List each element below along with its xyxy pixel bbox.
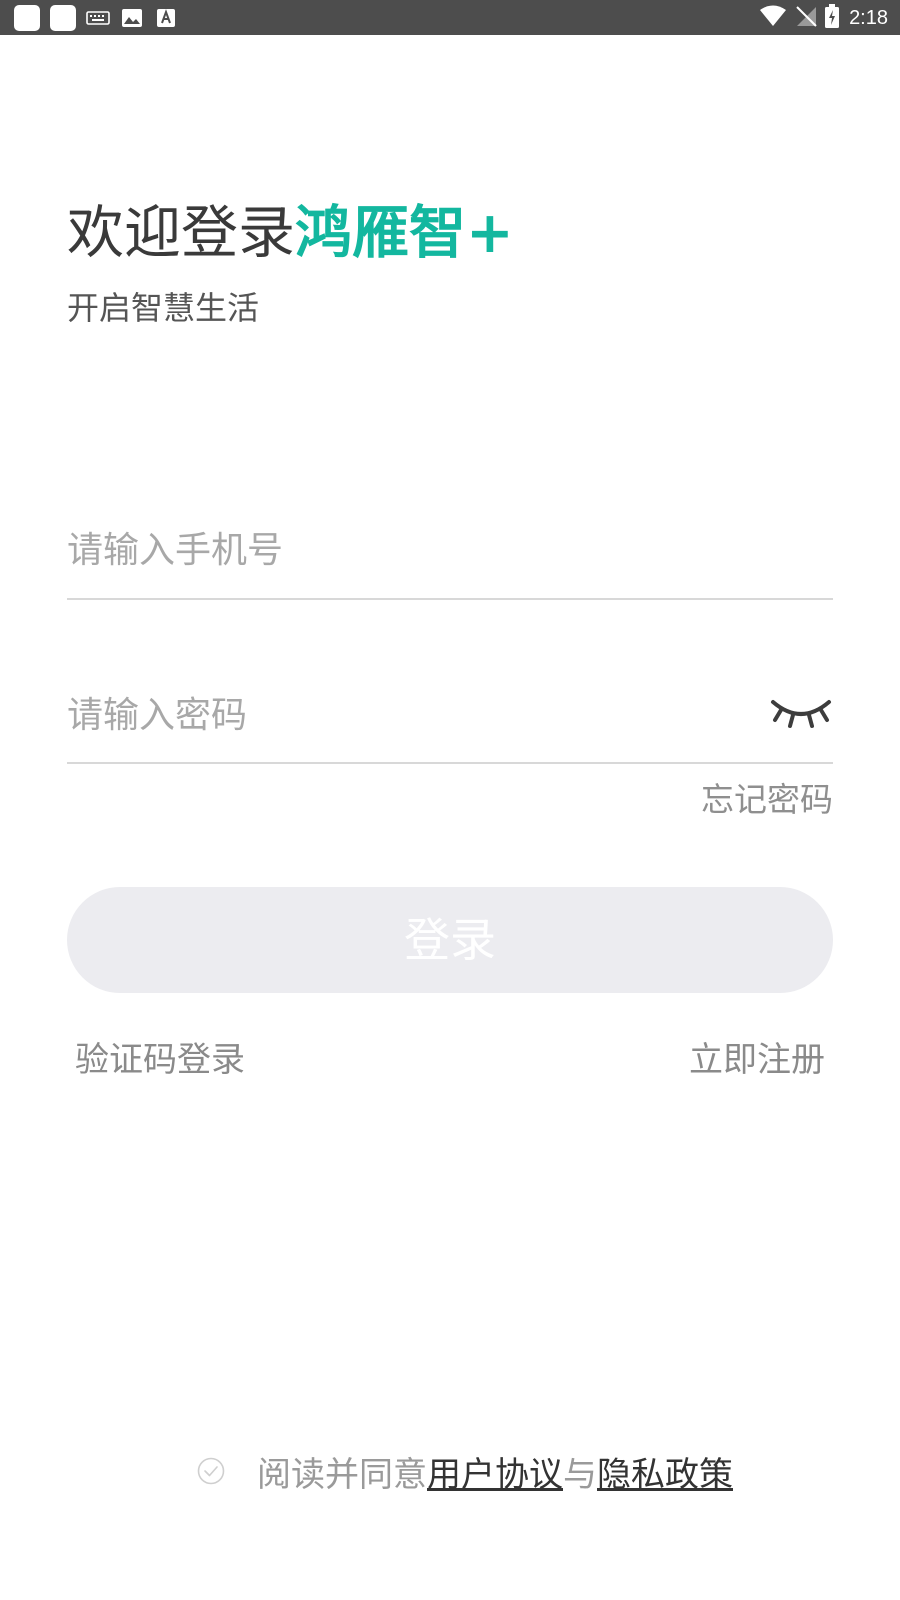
status-time: 2:18	[849, 6, 888, 29]
sms-login-link[interactable]: 验证码登录	[75, 1038, 245, 1082]
app-icon	[50, 5, 76, 31]
user-agreement-link[interactable]: 用户协议	[427, 1447, 563, 1496]
agreement-checkbox[interactable]	[197, 1457, 225, 1485]
image-icon	[120, 6, 144, 30]
phone-input[interactable]	[67, 515, 747, 585]
privacy-policy-link[interactable]: 隐私政策	[597, 1447, 733, 1496]
register-link[interactable]: 立即注册	[689, 1038, 825, 1082]
login-button[interactable]: 登录	[67, 887, 833, 993]
phone-field-container	[67, 515, 833, 600]
eye-closed-icon[interactable]	[769, 690, 833, 734]
font-icon	[154, 6, 178, 30]
brand-name: 鸿雁智+	[295, 200, 514, 266]
agreement-row: 阅读并同意 用户协议与隐私政策	[197, 1446, 733, 1496]
no-signal-icon	[795, 5, 817, 31]
status-bar: 2:18	[0, 0, 900, 35]
page-subtitle: 开启智慧生活	[67, 289, 260, 327]
battery-charging-icon	[825, 4, 840, 32]
page-title: 欢迎登录鸿雁智+	[67, 198, 514, 268]
forgot-password-link[interactable]: 忘记密码	[701, 778, 833, 822]
status-bar-left	[14, 5, 178, 31]
app-icon	[14, 5, 40, 31]
agreement-connector: 与	[563, 1454, 597, 1495]
wifi-icon	[759, 5, 787, 31]
keyboard-icon	[86, 6, 110, 30]
password-field-container	[67, 680, 833, 764]
password-input[interactable]	[67, 680, 747, 750]
status-bar-right: 2:18	[759, 4, 888, 32]
welcome-text: 欢迎登录	[67, 200, 295, 266]
agreement-prefix: 阅读并同意	[257, 1454, 427, 1495]
